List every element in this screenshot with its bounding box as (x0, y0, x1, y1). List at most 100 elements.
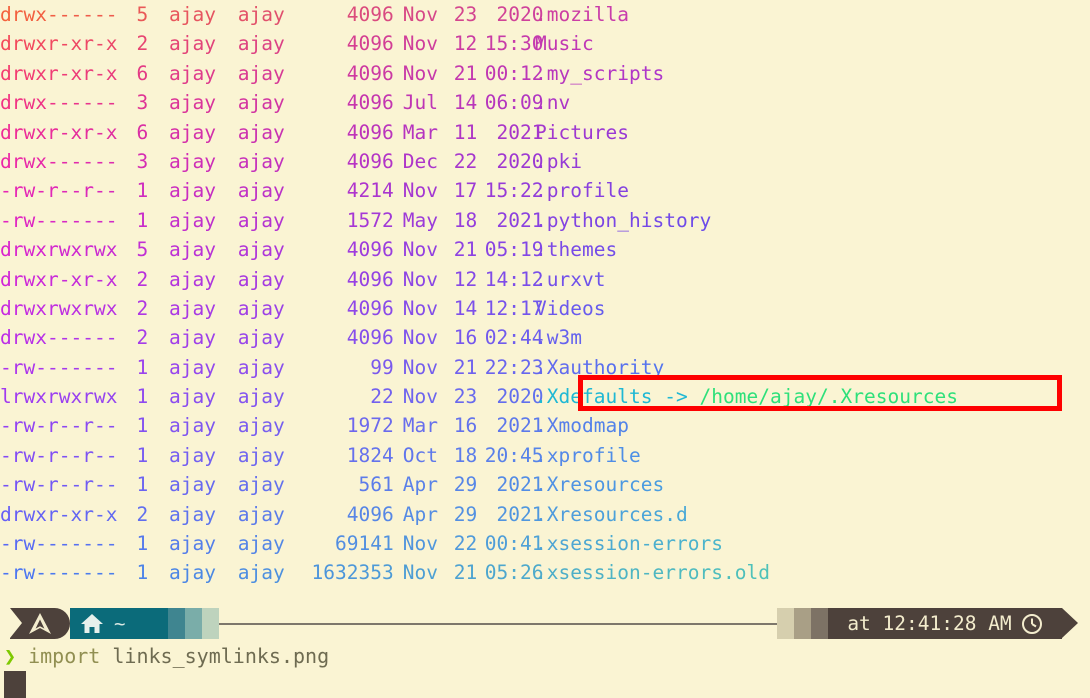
cell-size: 4096 (346, 3, 394, 26)
text-cursor (4, 671, 26, 698)
cell-filename[interactable]: Music (525, 29, 594, 58)
file-row[interactable]: -rw------- 1 ajay ajay 99 Nov 21 22:23.X… (0, 353, 1090, 382)
cell-filename[interactable]: .xsession-errors.old (525, 558, 770, 587)
cell-links: 3 (136, 91, 149, 115)
command-line[interactable]: ❯ import links_symlinks.png (0, 641, 329, 671)
cell-links: 1 (136, 208, 149, 232)
cell-time: 00:12 (484, 61, 544, 85)
cell-day: 21 (453, 61, 478, 85)
cell-size: 4096 (346, 326, 394, 350)
cell-permissions: drwxr-xr-x (0, 502, 118, 526)
clock-segment: at 12:41:28 AM (828, 608, 1062, 639)
cell-time: 2020 (496, 385, 544, 409)
prompt-chevron-icon: ❯ (4, 644, 17, 668)
cell-filename[interactable]: Videos (525, 294, 606, 323)
cell-permissions: drwxr-xr-x (0, 61, 118, 85)
cell-user: ajay (169, 91, 216, 115)
cell-filename[interactable]: .Xresources (525, 470, 664, 499)
cell-user: ajay (169, 355, 216, 379)
cell-day: 21 (453, 355, 478, 379)
file-row[interactable]: -rw-r--r-- 1 ajay ajay 1972 Mar 16 2021.… (0, 411, 1090, 440)
command-name: import (28, 644, 113, 668)
cell-month: Nov (402, 561, 438, 585)
cell-user: ajay (169, 473, 216, 497)
cell-user: ajay (169, 3, 216, 26)
cell-group: ajay (237, 120, 285, 144)
file-row[interactable]: -rw------- 1 ajay ajay 1632353 Nov 21 05… (0, 558, 1090, 587)
cell-filename[interactable]: .Xmodmap (525, 411, 629, 440)
cell-links: 1 (136, 443, 149, 467)
cell-filename[interactable]: .nv (525, 88, 570, 117)
cell-permissions: drwxr-xr-x (0, 267, 118, 291)
cell-month: Oct (402, 443, 438, 467)
cell-links: 1 (136, 355, 149, 379)
cell-user: ajay (169, 61, 216, 85)
file-row[interactable]: -rw------- 1 ajay ajay 1572 May 18 2021.… (0, 206, 1090, 235)
cell-permissions: -rw-r--r-- (0, 473, 118, 497)
cell-group: ajay (237, 355, 285, 379)
cell-filename[interactable]: .pki (525, 147, 582, 176)
file-row[interactable]: -rw-r--r-- 1 ajay ajay 1824 Oct 18 20:45… (0, 441, 1090, 470)
cell-month: Apr (402, 473, 438, 497)
file-row[interactable]: drwx------ 5 ajay ajay 4096 Nov 23 2020.… (0, 0, 1090, 29)
cell-permissions: drwxrwxrwx (0, 296, 118, 320)
cell-filename[interactable]: .themes (525, 235, 617, 264)
file-row[interactable]: drwxrwxrwx 2 ajay ajay 4096 Nov 14 12:17… (0, 294, 1090, 323)
cell-filename[interactable]: Pictures (525, 118, 629, 147)
cell-day: 12 (453, 267, 478, 291)
cell-time: 2021 (496, 414, 544, 438)
cell-filename[interactable]: .urxvt (525, 265, 606, 294)
file-row[interactable]: -rw-r--r-- 1 ajay ajay 561 Apr 29 2021.X… (0, 470, 1090, 499)
cell-links: 1 (136, 414, 149, 438)
cell-filename[interactable]: .my_scripts (525, 59, 664, 88)
cell-user: ajay (169, 120, 216, 144)
cell-filename[interactable]: .profile (525, 176, 629, 205)
file-row[interactable]: drwxr-xr-x 2 ajay ajay 4096 Nov 12 15:30… (0, 29, 1090, 58)
cell-filename[interactable]: .Xdefaults -> /home/ajay/.Xresources (525, 382, 958, 411)
file-row[interactable]: drwx------ 3 ajay ajay 4096 Dec 22 2020.… (0, 147, 1090, 176)
cell-filename[interactable]: .mozilla (525, 0, 629, 29)
cell-size: 69141 (335, 532, 394, 556)
cell-links: 2 (136, 326, 149, 350)
cell-filename[interactable]: .Xauthority (525, 353, 664, 382)
cell-user: ajay (169, 296, 216, 320)
file-row[interactable]: drwxr-xr-x 6 ajay ajay 4096 Nov 21 00:12… (0, 59, 1090, 88)
cell-day: 18 (453, 208, 478, 232)
cell-filename[interactable]: .w3m (525, 323, 582, 352)
cell-permissions: -rw-r--r-- (0, 414, 118, 438)
cell-links: 1 (136, 473, 149, 497)
cell-filename[interactable]: .xprofile (525, 441, 641, 470)
file-row[interactable]: drwxr-xr-x 6 ajay ajay 4096 Mar 11 2021P… (0, 118, 1090, 147)
cell-group: ajay (237, 502, 285, 526)
cell-links: 2 (136, 296, 149, 320)
clock-icon (1021, 613, 1042, 634)
cell-permissions: -rw------- (0, 208, 118, 232)
file-row[interactable]: drwxrwxrwx 5 ajay ajay 4096 Nov 21 05:19… (0, 235, 1090, 264)
cell-time: 12:17 (484, 296, 544, 320)
cell-filename[interactable]: .Xresources.d (525, 500, 688, 529)
cell-time: 22:23 (484, 355, 544, 379)
cell-filename[interactable]: .python_history (525, 206, 711, 235)
file-row[interactable]: drwx------ 2 ajay ajay 4096 Nov 16 02:44… (0, 323, 1090, 352)
cell-permissions: -rw-r--r-- (0, 443, 118, 467)
cell-size: 4096 (346, 91, 394, 115)
cell-time: 05:26 (484, 561, 544, 585)
file-row[interactable]: drwxr-xr-x 2 ajay ajay 4096 Nov 12 14:12… (0, 265, 1090, 294)
cell-permissions: -rw------- (0, 355, 118, 379)
cell-group: ajay (237, 238, 285, 262)
cell-time: 14:12 (484, 267, 544, 291)
cell-filename[interactable]: .xsession-errors (525, 529, 723, 558)
file-row[interactable]: drwxr-xr-x 2 ajay ajay 4096 Apr 29 2021.… (0, 500, 1090, 529)
file-row[interactable]: -rw------- 1 ajay ajay 69141 Nov 22 00:4… (0, 529, 1090, 558)
cell-group: ajay (237, 326, 285, 350)
command-argument: links_symlinks.png (112, 644, 330, 668)
file-row[interactable]: -rw-r--r-- 1 ajay ajay 4214 Nov 17 15:22… (0, 176, 1090, 205)
cell-permissions: -rw------- (0, 532, 118, 556)
cell-links: 6 (136, 120, 149, 144)
cell-time: 00:41 (484, 532, 544, 556)
cell-size: 4214 (346, 179, 394, 203)
file-row[interactable]: drwx------ 3 ajay ajay 4096 Jul 14 06:09… (0, 88, 1090, 117)
cell-permissions: -rw-r--r-- (0, 179, 118, 203)
file-row[interactable]: lrwxrwxrwx 1 ajay ajay 22 Nov 23 2020.Xd… (0, 382, 1090, 411)
cell-user: ajay (169, 414, 216, 438)
